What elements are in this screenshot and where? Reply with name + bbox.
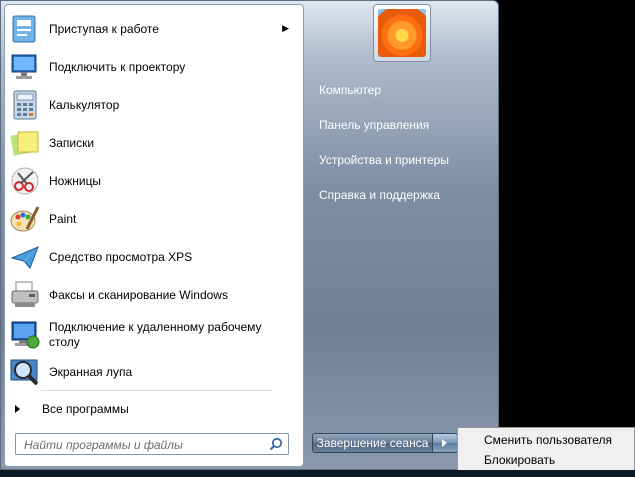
program-fax-scan[interactable]: Факсы и сканирование Windows bbox=[5, 277, 301, 313]
menu-item-switch-user[interactable]: Сменить пользователя bbox=[484, 433, 612, 447]
link-control-panel[interactable]: Панель управления bbox=[319, 118, 429, 132]
link-devices-printers[interactable]: Устройства и принтеры bbox=[319, 153, 449, 167]
paint-icon bbox=[9, 203, 41, 235]
program-getting-started[interactable]: Приступая к работе ▶ bbox=[5, 11, 301, 47]
program-label: Ножницы bbox=[49, 173, 102, 188]
program-label: Приступая к работе bbox=[49, 21, 159, 36]
magnifier-icon bbox=[9, 356, 41, 388]
start-menu: Приступая к работе ▶ Подключить к проект… bbox=[0, 0, 499, 470]
submenu-arrow-icon: ▶ bbox=[282, 23, 289, 33]
search-input[interactable] bbox=[22, 435, 266, 455]
sticky-notes-icon bbox=[9, 127, 41, 159]
shutdown-options-menu: Сменить пользователя Блокировать bbox=[457, 427, 635, 471]
program-snipping-tool[interactable]: Ножницы bbox=[5, 163, 301, 199]
flower-picture bbox=[378, 9, 426, 57]
program-label: Калькулятор bbox=[49, 97, 120, 112]
search-box[interactable] bbox=[15, 433, 289, 455]
program-label: Paint bbox=[49, 211, 77, 226]
arrow-right-icon bbox=[442, 439, 447, 447]
program-connect-projector[interactable]: Подключить к проектору bbox=[5, 49, 301, 85]
taskbar bbox=[0, 470, 635, 477]
logoff-button[interactable]: Завершение сеанса bbox=[312, 433, 433, 453]
program-label: Записки bbox=[49, 135, 95, 150]
program-label: Подключение к удаленному рабочему столу bbox=[49, 320, 262, 349]
logoff-label: Завершение сеанса bbox=[316, 436, 429, 450]
arrow-right-icon bbox=[15, 405, 20, 413]
projector-icon bbox=[9, 51, 41, 83]
link-computer[interactable]: Компьютер bbox=[319, 83, 381, 97]
link-help-support[interactable]: Справка и поддержка bbox=[319, 188, 440, 202]
fax-scan-icon bbox=[9, 279, 41, 311]
programs-pane: Приступая к работе ▶ Подключить к проект… bbox=[4, 4, 304, 467]
program-label: Средство просмотра XPS bbox=[49, 249, 193, 264]
user-avatar[interactable] bbox=[373, 4, 431, 62]
program-label: Экранная лупа bbox=[49, 364, 133, 379]
program-sticky-notes[interactable]: Записки bbox=[5, 125, 301, 161]
snipping-tool-icon bbox=[9, 165, 41, 197]
divider bbox=[41, 390, 273, 391]
program-paint[interactable]: Paint bbox=[5, 201, 301, 237]
program-calculator[interactable]: Калькулятор bbox=[5, 87, 301, 123]
remote-desktop-icon bbox=[9, 319, 41, 351]
program-xps-viewer[interactable]: Средство просмотра XPS bbox=[5, 239, 301, 275]
program-label: Факсы и сканирование Windows bbox=[49, 287, 228, 302]
shutdown-options-button[interactable] bbox=[433, 433, 458, 453]
program-label: Подключить к проектору bbox=[49, 59, 186, 74]
all-programs-label: Все программы bbox=[42, 402, 129, 416]
program-magnifier[interactable]: Экранная лупа bbox=[5, 354, 301, 390]
menu-item-lock[interactable]: Блокировать bbox=[484, 453, 555, 467]
all-programs-button[interactable]: Все программы bbox=[5, 398, 301, 420]
search-icon[interactable] bbox=[269, 437, 283, 451]
getting-started-icon bbox=[9, 13, 41, 45]
calculator-icon bbox=[9, 89, 41, 121]
xps-viewer-icon bbox=[9, 241, 41, 273]
program-remote-desktop[interactable]: Подключение к удаленному рабочему столу bbox=[5, 315, 301, 355]
